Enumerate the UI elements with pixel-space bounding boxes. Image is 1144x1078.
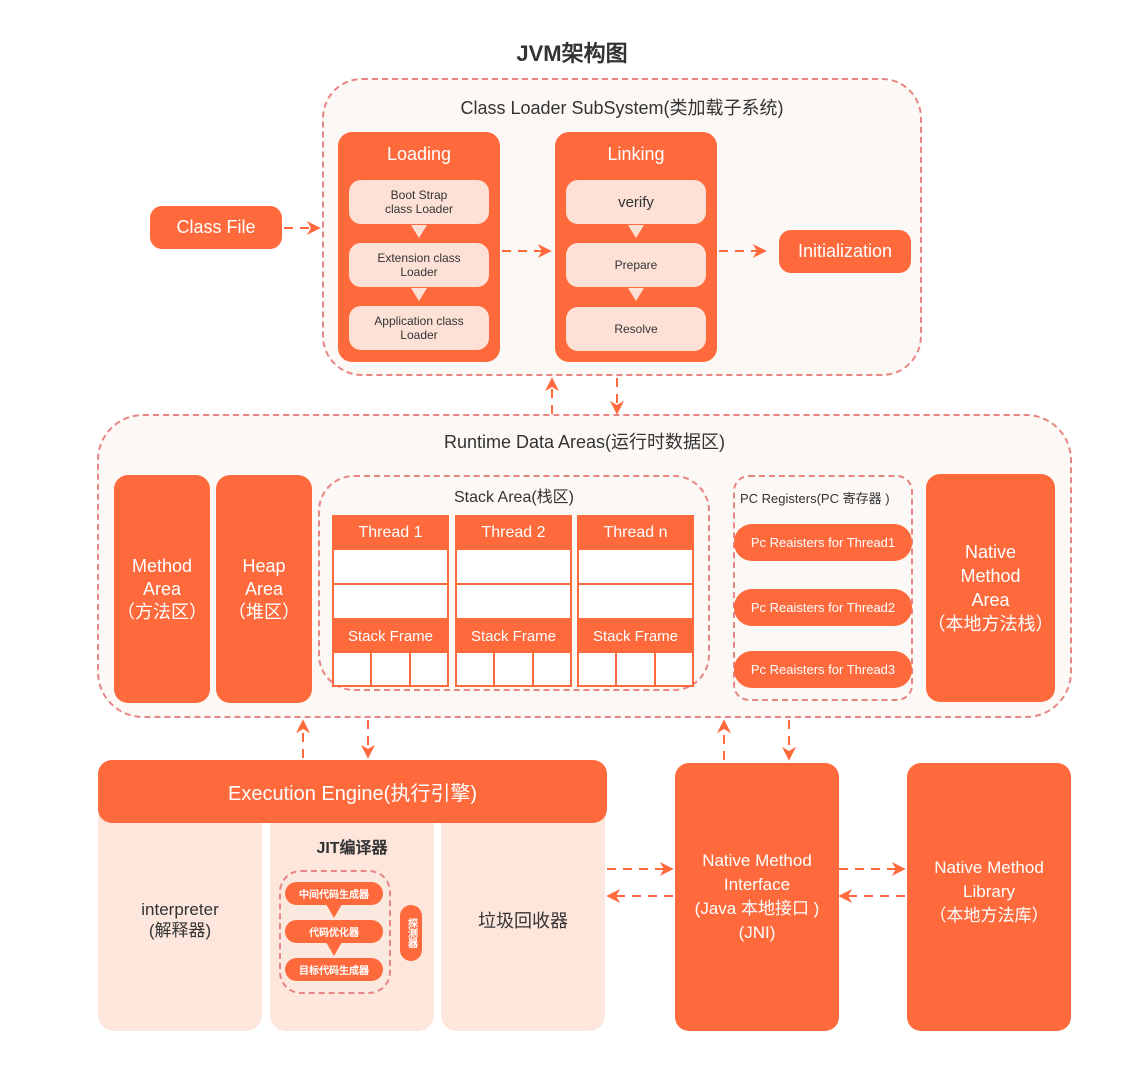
jni-line2: Interface xyxy=(723,875,791,894)
jni-line1: Native Method xyxy=(702,851,812,870)
library-line1: Native Method xyxy=(934,858,1044,877)
pc-register-thread1: Pc Reaisters for Thread1 xyxy=(734,524,912,561)
heap-area: Heap Area （堆区） xyxy=(216,475,312,703)
stack-frame-label: Stack Frame xyxy=(470,627,557,645)
jit-profiler: 探测器 xyxy=(400,905,422,961)
execution-engine-header: Execution Engine(执行引擎) xyxy=(98,760,607,823)
heap-area-line2: Area xyxy=(244,578,284,599)
loading-title: Loading xyxy=(386,144,452,164)
pc-register-thread3: Pc Reaisters for Thread3 xyxy=(734,651,912,688)
jni-line4: (JNI) xyxy=(738,923,776,942)
thread-header: Thread n xyxy=(603,523,668,541)
native-area-line2: Method xyxy=(960,566,1021,586)
linking-title: Linking xyxy=(607,144,665,164)
frame-slot xyxy=(372,653,409,685)
thread-stack: Thread n Stack Frame xyxy=(577,515,694,687)
interpreter-label: interpreter (解释器) xyxy=(98,890,262,950)
diagram-title: JVM架构图 xyxy=(516,41,628,66)
native-method-interface: Native Method Interface (Java 本地接口 ) (JN… xyxy=(675,763,839,1031)
stack-slot xyxy=(457,585,570,618)
native-area-line3: Area xyxy=(971,590,1010,610)
method-area-line3: （方法区） xyxy=(117,601,207,622)
resolve-step: Resolve xyxy=(566,307,706,351)
stack-slot xyxy=(334,585,447,618)
stack-area-title: Stack Area(栈区) xyxy=(453,489,575,506)
method-area-line1: Method xyxy=(131,555,193,576)
initialization-box: Initialization xyxy=(779,230,911,273)
jit-step-target: 目标代码生成器 xyxy=(285,958,383,981)
pc-registers-title: PC Registers(PC 寄存器 ) xyxy=(740,491,890,506)
native-area-line1: Native xyxy=(964,542,1017,562)
frame-slot xyxy=(655,653,692,685)
frame-slot xyxy=(410,653,447,685)
native-area-line4: （本地方法栈） xyxy=(927,614,1054,634)
method-area: Method Area （方法区） xyxy=(114,475,210,703)
frame-slot xyxy=(334,653,371,685)
bootstrap-loader: Boot Strap class Loader xyxy=(349,180,489,224)
gc-label: 垃圾回收器 xyxy=(478,911,568,931)
class-loader-title: Class Loader SubSystem(类加载子系统) xyxy=(460,98,784,118)
interpreter-line1: interpreter xyxy=(141,900,219,919)
application-loader: Application class Loader xyxy=(349,306,489,350)
pc-register-thread2: Pc Reaisters for Thread2 xyxy=(734,589,912,626)
library-line3: （本地方法库） xyxy=(929,906,1049,925)
heap-area-line1: Heap xyxy=(242,555,286,576)
frame-slot xyxy=(457,653,494,685)
frame-slot xyxy=(617,653,654,685)
stack-slot xyxy=(334,550,447,583)
thread-stack: Thread 1 Stack Frame xyxy=(332,515,449,687)
thread-header: Thread 1 xyxy=(358,523,423,541)
jit-step-optimizer: 代码优化器 xyxy=(285,920,383,943)
verify-step: verify xyxy=(566,180,706,224)
frame-slot xyxy=(533,653,570,685)
heap-area-line3: （堆区） xyxy=(228,601,300,622)
stack-frame-label: Stack Frame xyxy=(592,627,679,645)
interpreter-line2: (解释器) xyxy=(148,921,212,940)
stack-slot xyxy=(579,550,692,583)
stack-slot xyxy=(457,550,570,583)
thread-header: Thread 2 xyxy=(481,523,546,541)
prepare-step: Prepare xyxy=(566,243,706,287)
thread-stack: Thread 2 Stack Frame xyxy=(455,515,572,687)
stack-slot xyxy=(579,585,692,618)
extension-loader: Extension class Loader xyxy=(349,243,489,287)
runtime-title: Runtime Data Areas(运行时数据区) xyxy=(443,432,726,452)
jit-step-intermediate: 中间代码生成器 xyxy=(285,882,383,905)
stack-frame-label: Stack Frame xyxy=(347,627,434,645)
library-line2: Library xyxy=(963,882,1015,901)
frame-slot xyxy=(579,653,616,685)
method-area-line2: Area xyxy=(142,578,182,599)
native-method-library: Native Method Library （本地方法库） xyxy=(907,763,1071,1031)
frame-slot xyxy=(495,653,532,685)
jit-title: JIT编译器 xyxy=(316,840,388,857)
class-file-box: Class File xyxy=(150,206,282,249)
jni-line3: (Java 本地接口 ) xyxy=(694,899,820,918)
native-method-area: Native Method Area （本地方法栈） xyxy=(926,474,1055,702)
